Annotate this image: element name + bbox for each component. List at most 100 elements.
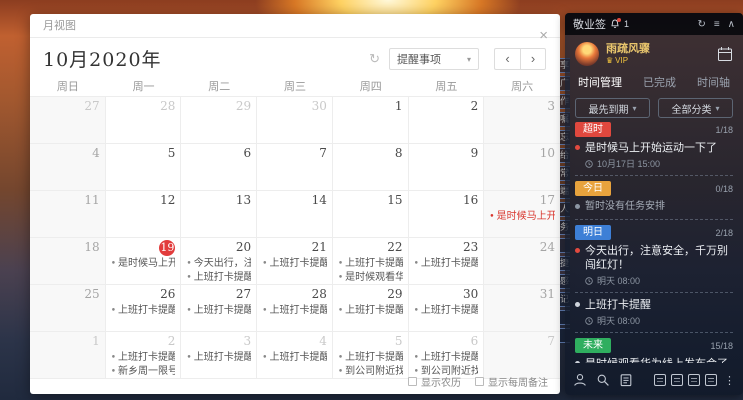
event-item[interactable]: •上班打卡提醒 — [262, 257, 327, 271]
event-item[interactable]: •上班打卡提醒 — [262, 304, 327, 318]
view-type-dropdown[interactable]: 提醒事项 ▾ — [389, 48, 479, 70]
task-item[interactable]: 暂时没有任务安排 — [575, 200, 733, 214]
day-cell-20[interactable]: 20•今天出行，注意安…•上班打卡提醒 — [181, 238, 257, 285]
event-item[interactable]: •是时候马上开始运… — [111, 257, 176, 271]
refresh-icon[interactable]: ↻ — [369, 51, 380, 67]
event-item[interactable]: •上班打卡提醒 — [186, 304, 251, 318]
show-lunar-checkbox[interactable]: 显示农历 — [408, 374, 461, 389]
date-number: 1 — [35, 334, 100, 351]
day-cell-7[interactable]: 7 — [257, 144, 333, 191]
day-cell-1[interactable]: 1 — [333, 97, 409, 144]
more-icon[interactable]: ⋮ — [724, 374, 735, 387]
day-cell-22[interactable]: 22•上班打卡提醒•是时候观看华为线… — [333, 238, 409, 285]
event-item[interactable]: •上班打卡提醒 — [414, 257, 479, 271]
day-cell-21[interactable]: 21•上班打卡提醒 — [257, 238, 333, 285]
day-cell-27[interactable]: 27•上班打卡提醒 — [181, 285, 257, 332]
event-item[interactable]: •是时候马上开始运… — [489, 210, 555, 224]
day-cell-9[interactable]: 9 — [409, 144, 485, 191]
day-cell-15[interactable]: 15 — [333, 191, 409, 238]
shortcut-icon-2[interactable] — [671, 374, 683, 386]
task-list: 超时1/18是时候马上开始运动一下了10月17日 15:00今日0/18暂时没有… — [565, 119, 743, 363]
task-item[interactable]: 是时候马上开始运动一下了10月17日 15:00 — [575, 141, 733, 170]
event-item[interactable]: •上班打卡提醒 — [414, 351, 479, 365]
contacts-icon[interactable] — [573, 373, 587, 387]
app-title: 敬业签 — [573, 16, 606, 32]
day-cell-10[interactable]: 10 — [484, 144, 560, 191]
day-cell-8[interactable]: 8 — [333, 144, 409, 191]
day-cell-3[interactable]: 3•上班打卡提醒 — [181, 332, 257, 379]
sort-order-dropdown[interactable]: 最先到期▾ — [575, 98, 650, 118]
menu-icon[interactable]: ≡ — [714, 19, 720, 30]
shortcut-icon-3[interactable] — [688, 374, 700, 386]
day-cell-29[interactable]: 29 — [181, 97, 257, 144]
event-item[interactable]: •上班打卡提醒 — [338, 351, 403, 365]
day-cell-16[interactable]: 16 — [409, 191, 485, 238]
panel-titlebar: 敬业签 1 ↻ ≡ ∧ — [565, 13, 743, 35]
sync-icon[interactable]: ↻ — [697, 19, 705, 30]
shortcut-icon-1[interactable] — [654, 374, 666, 386]
day-cell-17[interactable]: 17•是时候马上开始运… — [484, 191, 560, 238]
event-item[interactable]: •上班打卡提醒 — [111, 304, 176, 318]
tab-time-management[interactable]: 时间管理 — [578, 74, 622, 90]
day-cell-31[interactable]: 31 — [484, 285, 560, 332]
event-item[interactable]: •新乡周一限号1和8… — [111, 365, 176, 379]
day-cell-26[interactable]: 26•上班打卡提醒 — [106, 285, 182, 332]
weekday-header: 周六 — [484, 78, 560, 96]
prev-month-button[interactable]: ‹ — [494, 48, 520, 70]
note-icon[interactable] — [619, 373, 633, 387]
event-item[interactable]: •上班打卡提醒 — [111, 351, 176, 365]
event-item[interactable]: •上班打卡提醒 — [338, 304, 403, 318]
event-item[interactable]: •上班打卡提醒 — [262, 351, 327, 365]
shortcut-icon-4[interactable] — [705, 374, 717, 386]
day-cell-1[interactable]: 1 — [30, 332, 106, 379]
day-cell-19[interactable]: 19•是时候马上开始运… — [106, 238, 182, 285]
day-cell-11[interactable]: 11 — [30, 191, 106, 238]
event-bullet: • — [338, 367, 343, 377]
event-item[interactable]: •上班打卡提醒 — [186, 271, 251, 285]
day-cell-28[interactable]: 28 — [106, 97, 182, 144]
event-item[interactable]: •上班打卡提醒 — [186, 351, 251, 365]
search-icon[interactable] — [596, 373, 610, 387]
day-cell-29[interactable]: 29•上班打卡提醒 — [333, 285, 409, 332]
event-item[interactable]: •到公司附近找停车… — [338, 365, 403, 379]
day-cell-12[interactable]: 12 — [106, 191, 182, 238]
day-cell-28[interactable]: 28•上班打卡提醒 — [257, 285, 333, 332]
day-cell-6[interactable]: 6 — [181, 144, 257, 191]
task-item[interactable]: 上班打卡提醒明天 08:00 — [575, 298, 733, 327]
calendar-icon[interactable] — [717, 46, 733, 62]
day-cell-13[interactable]: 13 — [181, 191, 257, 238]
day-cell-6[interactable]: 6•上班打卡提醒•到公司附近找停车… — [409, 332, 485, 379]
day-cell-25[interactable]: 25 — [30, 285, 106, 332]
event-bullet: • — [414, 259, 419, 269]
day-cell-4[interactable]: 4 — [30, 144, 106, 191]
day-cell-4[interactable]: 4•上班打卡提醒 — [257, 332, 333, 379]
day-cell-18[interactable]: 18 — [30, 238, 106, 285]
day-cell-30[interactable]: 30 — [257, 97, 333, 144]
event-item[interactable]: •是时候观看华为线… — [338, 271, 403, 285]
event-item[interactable]: •今天出行，注意安… — [186, 257, 251, 271]
task-item[interactable]: 今天出行，注意安全，千万别闯红灯！明天 08:00 — [575, 244, 733, 287]
category-filter-dropdown[interactable]: 全部分类▾ — [658, 98, 733, 118]
day-cell-5[interactable]: 5 — [106, 144, 182, 191]
day-cell-2[interactable]: 2 — [409, 97, 485, 144]
task-item[interactable]: 是时候观看华为线上发布会了10月22日 20:00 — [575, 357, 733, 363]
crown-icon: ♛ — [606, 56, 613, 66]
next-month-button[interactable]: › — [520, 48, 546, 70]
day-cell-5[interactable]: 5•上班打卡提醒•到公司附近找停车… — [333, 332, 409, 379]
tab-timeline[interactable]: 时间轴 — [697, 74, 730, 90]
show-week-note-checkbox[interactable]: 显示每周备注 — [475, 374, 548, 389]
collapse-icon[interactable]: ∧ — [728, 19, 735, 30]
avatar[interactable] — [575, 42, 599, 66]
day-cell-7[interactable]: 7 — [484, 332, 560, 379]
day-cell-24[interactable]: 24 — [484, 238, 560, 285]
day-cell-14[interactable]: 14 — [257, 191, 333, 238]
event-item[interactable]: •上班打卡提醒 — [338, 257, 403, 271]
day-cell-3[interactable]: 3 — [484, 97, 560, 144]
day-cell-2[interactable]: 2•上班打卡提醒•新乡周一限号1和8… — [106, 332, 182, 379]
event-item[interactable]: •上班打卡提醒 — [414, 304, 479, 318]
day-cell-27[interactable]: 27 — [30, 97, 106, 144]
day-cell-30[interactable]: 30•上班打卡提醒 — [409, 285, 485, 332]
tab-completed[interactable]: 已完成 — [643, 74, 676, 90]
day-cell-23[interactable]: 23•上班打卡提醒 — [409, 238, 485, 285]
bell-icon[interactable] — [610, 19, 620, 29]
